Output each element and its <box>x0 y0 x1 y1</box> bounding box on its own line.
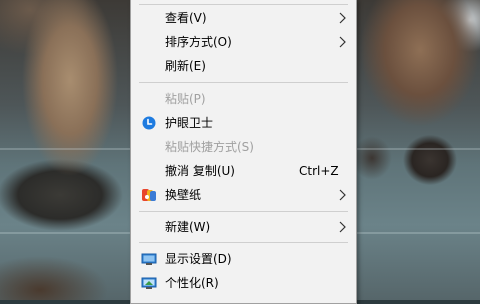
menu-item-label: 粘贴快捷方式(S) <box>165 140 254 154</box>
personalize-icon <box>141 277 157 289</box>
menu-item-label: 查看(V) <box>165 11 207 25</box>
menu-item-undo-copy[interactable]: 撤消 复制(U) Ctrl+Z <box>131 159 356 183</box>
menu-item-label: 排序方式(O) <box>165 35 232 49</box>
desktop-context-menu: 查看(V) 排序方式(O) 刷新(E) 粘贴(P) 护眼卫士 粘贴快捷方式(S)… <box>130 0 357 304</box>
wallpaper-icon <box>142 189 156 201</box>
menu-item-label: 个性化(R) <box>165 276 219 290</box>
menu-item-label: 刷新(E) <box>165 59 206 73</box>
menu-item-sort-by[interactable]: 排序方式(O) <box>131 30 356 54</box>
shortcut-text: Ctrl+Z <box>299 164 339 178</box>
menu-item-change-wallpaper[interactable]: 换壁纸 <box>131 183 356 207</box>
menu-item-eye-guard[interactable]: 护眼卫士 <box>131 111 356 135</box>
menu-separator <box>139 242 348 243</box>
menu-item-personalize[interactable]: 个性化(R) <box>131 271 356 295</box>
chevron-right-icon <box>339 189 346 201</box>
menu-item-paste[interactable]: 粘贴(P) <box>131 87 356 111</box>
menu-separator <box>139 4 348 5</box>
eye-guard-icon <box>142 116 156 130</box>
menu-item-label: 护眼卫士 <box>165 116 214 130</box>
menu-item-label: 粘贴(P) <box>165 92 206 106</box>
chevron-right-icon <box>339 36 346 48</box>
display-settings-icon <box>141 253 157 265</box>
menu-separator <box>139 82 348 83</box>
menu-item-view[interactable]: 查看(V) <box>131 6 356 30</box>
menu-item-display-settings[interactable]: 显示设置(D) <box>131 247 356 271</box>
menu-item-label: 换壁纸 <box>165 188 202 202</box>
menu-item-new[interactable]: 新建(W) <box>131 215 356 239</box>
menu-item-label: 撤消 复制(U) <box>165 164 235 178</box>
menu-separator <box>139 211 348 212</box>
chevron-right-icon <box>339 221 346 233</box>
menu-item-label: 新建(W) <box>165 220 211 234</box>
menu-item-paste-shortcut[interactable]: 粘贴快捷方式(S) <box>131 135 356 159</box>
chevron-right-icon <box>339 12 346 24</box>
menu-item-label: 显示设置(D) <box>165 252 232 266</box>
menu-item-refresh[interactable]: 刷新(E) <box>131 54 356 78</box>
